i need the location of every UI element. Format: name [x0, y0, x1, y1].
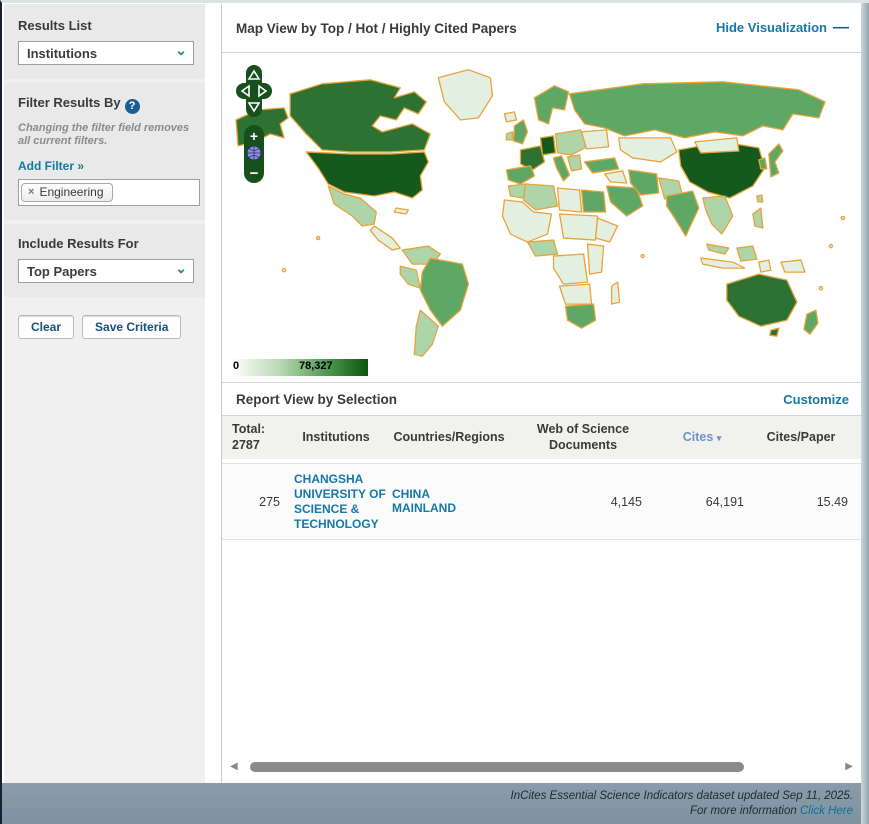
institution-link[interactable]: CHANGSHA UNIVERSITY OF SCIENCE & TECHNOL… [294, 472, 386, 530]
legend-max-value: 78,327 [299, 360, 333, 372]
filter-section: Filter Results By? Changing the filter f… [4, 83, 205, 220]
save-criteria-button[interactable]: Save Criteria [82, 315, 181, 339]
sidebar-buttons: Clear Save Criteria [4, 301, 205, 339]
results-list-select[interactable]: Institutions ⌄ [18, 41, 194, 65]
cell-top-papers: 275 [232, 495, 284, 509]
map-view-header: Map View by Top / Hot / Highly Cited Pap… [222, 4, 863, 53]
results-list-section: Results List Institutions ⌄ [4, 4, 205, 79]
map-legend: 0 78,327 [231, 359, 368, 376]
empty-area [222, 540, 863, 758]
legend-min-value: 0 [233, 360, 239, 372]
app-window: Results List Institutions ⌄ Filter Resul… [0, 0, 869, 824]
column-header-institutions[interactable]: Institutions [284, 430, 388, 446]
clear-button[interactable]: Clear [18, 315, 74, 339]
click-here-link[interactable]: Click Here [800, 805, 853, 817]
country-text: CHINA MAINLAND [392, 488, 454, 516]
results-table: Total: 2787 Institutions Countries/Regio… [222, 416, 863, 540]
cell-cites: 64,191 [656, 495, 748, 509]
hide-visualization-link[interactable]: Hide Visualization [716, 20, 827, 35]
total-label: Total: [232, 422, 284, 438]
table-row[interactable]: 275 CHANGSHA UNIVERSITY OF SCIENCE & TEC… [222, 463, 863, 540]
cites-label: Cites [683, 430, 714, 444]
column-header-cites[interactable]: Cites ▾ [656, 430, 748, 446]
world-map[interactable] [222, 55, 863, 357]
footer-dataset-note: InCites Essential Science Indicators dat… [2, 789, 853, 804]
column-header-cites-per-paper[interactable]: Cites/Paper [748, 430, 854, 446]
zoom-out-icon: − [250, 165, 259, 182]
table-header-row: Total: 2787 Institutions Countries/Regio… [222, 416, 863, 459]
include-results-value: Top Papers [27, 264, 97, 279]
zoom-in-icon: + [250, 128, 258, 144]
column-header-total: Total: 2787 [232, 422, 284, 453]
include-results-section: Include Results For Top Papers ⌄ [4, 224, 205, 297]
map-pan-zoom-controls[interactable]: + − [236, 63, 272, 191]
window-right-edge [861, 3, 869, 824]
chevron-down-icon: ⌄ [175, 263, 187, 273]
help-icon[interactable]: ? [125, 99, 140, 114]
cell-wos-documents: 4,145 [510, 495, 656, 509]
choropleth-countries[interactable] [236, 70, 845, 356]
scroll-left-icon[interactable]: ◀ [230, 761, 238, 772]
cell-country: CHINA MAINLAND [388, 488, 510, 516]
column-header-wos-documents[interactable]: Web of Science Documents [510, 422, 656, 453]
pan-control[interactable] [236, 65, 272, 117]
footer-info-line: For more information Click Here [2, 804, 853, 819]
filter-tag-engineering[interactable]: × Engineering [21, 183, 113, 202]
cell-institution: CHANGSHA UNIVERSITY OF SCIENCE & TECHNOL… [284, 472, 388, 531]
column-header-countries[interactable]: Countries/Regions [388, 430, 510, 446]
report-view-header: Report View by Selection Customize [222, 383, 863, 416]
results-list-label: Results List [18, 18, 193, 33]
scrollbar-thumb[interactable] [250, 762, 744, 772]
zoom-control[interactable]: + − [244, 125, 264, 183]
horizontal-scrollbar[interactable]: ◀ ▶ [224, 758, 861, 777]
add-filter-link[interactable]: Add Filter » [18, 159, 84, 173]
scroll-right-icon[interactable]: ▶ [845, 761, 853, 772]
include-results-label: Include Results For [18, 236, 193, 251]
report-view-title: Report View by Selection [236, 392, 397, 407]
total-count: 2787 [232, 438, 284, 454]
filter-tags-box[interactable]: × Engineering [18, 179, 200, 206]
main-panel: Map View by Top / Hot / Highly Cited Pap… [221, 4, 863, 783]
map-view-title: Map View by Top / Hot / Highly Cited Pap… [236, 21, 517, 36]
filter-tag-label: Engineering [39, 185, 103, 199]
customize-link[interactable]: Customize [783, 392, 849, 407]
filter-label: Filter Results By? [18, 95, 193, 114]
filter-label-text: Filter Results By [18, 95, 121, 110]
footer: InCites Essential Science Indicators dat… [2, 783, 861, 824]
include-results-select[interactable]: Top Papers ⌄ [18, 259, 194, 283]
chevron-down-icon: ⌄ [175, 45, 187, 55]
minimize-icon[interactable]: — [833, 19, 849, 36]
country-link[interactable]: CHINA MAINLAND [392, 501, 454, 515]
remove-tag-icon[interactable]: × [28, 186, 34, 198]
filter-note: Changing the filter field removes all cu… [18, 122, 193, 150]
map-region: + − 0 78,327 [222, 53, 863, 383]
sort-desc-icon: ▾ [717, 433, 722, 443]
footer-info-text: For more information [690, 805, 800, 817]
results-list-value: Institutions [27, 46, 97, 61]
cell-cites-per-paper: 15.49 [748, 495, 854, 509]
sidebar: Results List Institutions ⌄ Filter Resul… [4, 4, 205, 783]
